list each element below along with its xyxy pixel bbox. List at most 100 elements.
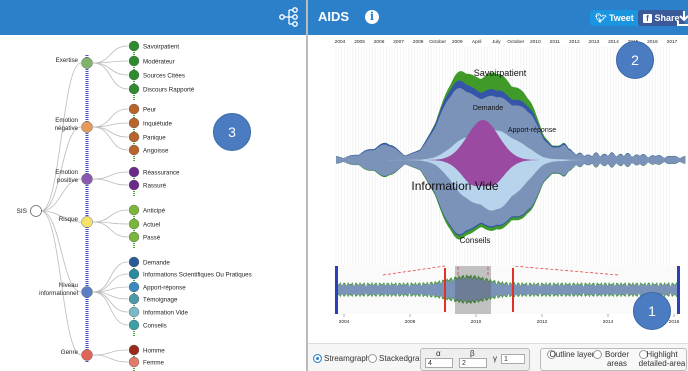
category-label: Emotion	[55, 169, 78, 176]
streamgraph-radio[interactable]	[313, 354, 322, 363]
category-node[interactable]	[81, 349, 93, 361]
leaf-node[interactable]	[128, 166, 140, 178]
leaf-label: Apport-réponse	[143, 285, 186, 292]
leaf-node[interactable]	[128, 204, 140, 216]
border-label: Border areas	[604, 350, 629, 368]
stream-panel: AIDS i 🐦︎ Tweet f Share 2004 2005 2006 2007…	[308, 0, 688, 371]
stream-label: Demande	[473, 105, 503, 112]
tree-link	[92, 60, 129, 64]
leaf-label: Demande	[143, 260, 170, 267]
view-controls: Streamgraph Stackedgraph α 4 β 2 γ 1 Out…	[308, 343, 688, 371]
category-label: Exertise	[56, 57, 79, 64]
overview-selection[interactable]	[455, 266, 491, 314]
tree-link	[92, 291, 129, 326]
leaf-label: Rassuré	[143, 183, 167, 190]
leaf-label: Angoisse	[143, 148, 169, 155]
leaf-label: Savoirpatient	[143, 44, 179, 51]
share-label: Share	[654, 13, 680, 23]
outline-label: Outline layers	[549, 350, 599, 359]
category-label: Emotion	[55, 117, 78, 124]
overview-tick-label: 2014	[603, 319, 614, 325]
overview-tick-label: 2004	[339, 319, 350, 325]
overview-tick-label: 2010	[471, 319, 482, 325]
leaf-node[interactable]	[128, 319, 140, 331]
top-tick-label: 2016	[647, 39, 658, 45]
top-tick-label: April	[472, 39, 482, 45]
tree-link	[92, 178, 129, 186]
tree-link	[92, 62, 129, 76]
gamma-input[interactable]: 1	[501, 354, 525, 364]
top-tick-label: 2010	[530, 39, 541, 45]
leaf-label: Témoignage	[143, 297, 178, 304]
annotation-badge-2: 2	[616, 41, 654, 79]
info-icon[interactable]: i	[365, 10, 379, 24]
top-tick-label: 2017	[667, 39, 678, 45]
leaf-node[interactable]	[128, 256, 140, 268]
highlight-label: Highlight detailed-area	[638, 350, 686, 368]
leaf-label: Panique	[143, 135, 166, 142]
overview-edge-handle[interactable]	[335, 266, 338, 314]
leaf-node[interactable]	[128, 344, 140, 356]
leaf-label: Discours Rapporté	[143, 87, 195, 94]
top-tick-label: 2006	[374, 39, 385, 45]
leaf-node[interactable]	[128, 356, 140, 368]
stackedgraph-radio[interactable]	[368, 354, 377, 363]
leaf-node[interactable]	[128, 281, 140, 293]
parameter-box: α 4 β 2 γ 1	[420, 348, 530, 371]
stream-label: Savoirpatient	[474, 68, 527, 78]
leaf-node[interactable]	[128, 55, 140, 67]
taxonomy-panel: Savoirpatient Modérateur Sources Citées Dis…	[0, 0, 306, 371]
leaf-node[interactable]	[128, 306, 140, 318]
leaf-node[interactable]	[128, 293, 140, 305]
tree-link	[92, 45, 129, 64]
leaf-node[interactable]	[128, 179, 140, 191]
streamgraph-label: Streamgraph	[324, 354, 371, 363]
tree-link	[92, 126, 129, 151]
leaf-label: Inquiétude	[143, 121, 172, 128]
top-tick-label: 2007	[393, 39, 404, 45]
leaf-node[interactable]	[128, 131, 140, 143]
category-node[interactable]	[81, 173, 93, 185]
category-node[interactable]	[81, 286, 93, 298]
tree-link	[92, 209, 129, 223]
overview-edge-handle[interactable]	[677, 266, 680, 314]
category-label: Risque	[59, 216, 79, 223]
category-node[interactable]	[81, 121, 93, 133]
leaf-node[interactable]	[128, 231, 140, 243]
leaf-node[interactable]	[128, 40, 140, 52]
category-node[interactable]	[81, 216, 93, 228]
beta-input[interactable]: 2	[459, 358, 487, 368]
leaf-label: Réassurance	[143, 170, 180, 177]
streamgraph-view[interactable]: 2004 2005 2006 2007 2008 October 2009 April July…	[308, 35, 688, 343]
leaf-node[interactable]	[128, 103, 140, 115]
overview-tick-label: 2016	[669, 319, 680, 325]
leaf-label: Passé	[143, 235, 161, 242]
tweet-button[interactable]: 🐦︎ Tweet	[590, 10, 639, 26]
leaf-node[interactable]	[128, 69, 140, 81]
top-tick-label: 2011	[550, 39, 561, 45]
download-icon[interactable]	[677, 10, 688, 26]
leaf-node[interactable]	[128, 218, 140, 230]
leaf-label: Sources Citées	[143, 73, 185, 80]
app-header: AIDS i 🐦︎ Tweet f Share	[308, 0, 688, 35]
leaf-label: Anticipé	[143, 208, 166, 215]
category-label: informationnel	[39, 290, 78, 297]
leaf-node[interactable]	[128, 268, 140, 280]
category-node[interactable]	[81, 57, 93, 69]
root-label: SIS	[17, 208, 28, 215]
overview-tick-label: 2012	[537, 319, 548, 325]
leaf-node[interactable]	[128, 117, 140, 129]
leaf-label: Femme	[143, 360, 165, 367]
app-title: AIDS	[318, 9, 350, 24]
top-tick-label: 2014	[608, 39, 619, 45]
beta-label: β	[470, 349, 475, 358]
leaf-node[interactable]	[128, 83, 140, 95]
stream-label: Information Vide	[411, 179, 498, 193]
alpha-input[interactable]: 4	[425, 358, 453, 368]
tweet-label: Tweet	[608, 13, 634, 23]
leaf-node[interactable]	[128, 144, 140, 156]
tree-link	[92, 126, 129, 138]
facebook-icon: f	[643, 14, 652, 23]
root-node[interactable]	[30, 205, 42, 217]
gamma-label: γ	[493, 354, 497, 363]
